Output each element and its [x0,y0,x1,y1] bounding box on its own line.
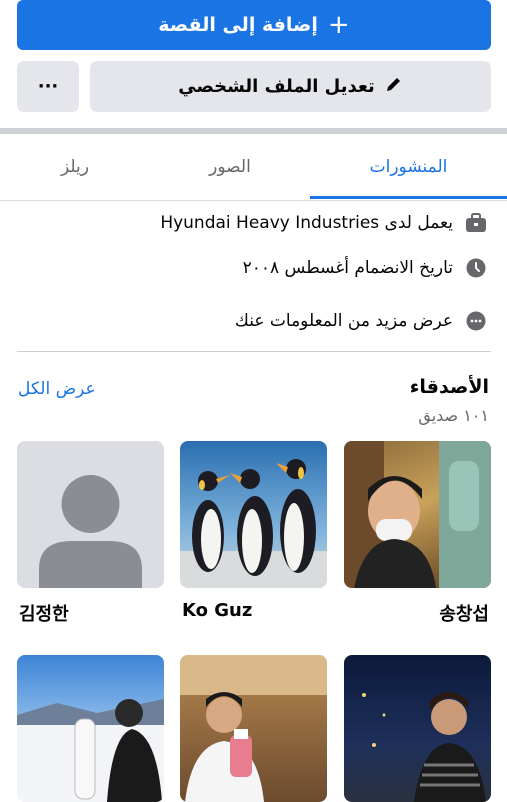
friend-photo [17,699,164,802]
see-more-about-row[interactable]: عرض مزيد من المعلومات عنك [235,306,487,336]
clock-icon [465,257,487,279]
friend-card[interactable] [344,655,491,802]
friends-count: ١٠١ صديق [418,406,489,425]
tab-photos[interactable]: الصور [150,134,310,200]
friend-photo [344,441,491,588]
more-icon: ··· [37,76,59,97]
tab-posts[interactable]: المنشورات [310,134,507,200]
tab-reels[interactable]: ريلز [0,134,150,200]
joined-text: تاريخ الانضمام أغسطس ٢٠٠٨ [242,258,453,278]
briefcase-icon [465,212,487,234]
intro-separator [17,351,491,352]
friend-card[interactable] [17,441,164,588]
work-info-row: يعمل لدى Hyundai Heavy Industries [160,208,487,238]
add-to-story-button[interactable]: + إضافة إلى القصة [17,0,491,50]
friend-card[interactable] [17,655,164,802]
friend-card[interactable] [180,441,327,588]
plus-icon: + [327,10,350,40]
friend-card[interactable] [344,441,491,588]
friend-photo [180,655,327,802]
more-options-button[interactable]: ··· [17,61,79,112]
friends-title: الأصدقاء [409,376,489,398]
edit-profile-button[interactable]: تعديل الملف الشخصي [90,61,491,112]
see-all-friends-link[interactable]: عرض الكل [18,379,96,399]
friend-name[interactable]: 김정한 [19,600,69,626]
friend-name[interactable]: Ko Guz [182,600,252,621]
edit-profile-label: تعديل الملف الشخصي [178,76,375,97]
friend-card[interactable] [180,655,327,802]
profile-tabs: المنشورات الصور ريلز [0,134,507,201]
friend-photo [362,692,486,802]
joined-info-row: تاريخ الانضمام أغسطس ٢٠٠٨ [243,253,487,283]
add-to-story-label: إضافة إلى القصة [158,14,318,36]
default-avatar-icon [39,475,142,588]
friend-photo [180,459,327,588]
active-tab-indicator [310,196,507,199]
friend-name[interactable]: 송창섭 [439,600,489,626]
work-text: يعمل لدى Hyundai Heavy Industries [160,213,453,233]
more-dots-icon [465,310,487,332]
see-more-about-text: عرض مزيد من المعلومات عنك [234,311,453,331]
pencil-icon [385,75,403,98]
